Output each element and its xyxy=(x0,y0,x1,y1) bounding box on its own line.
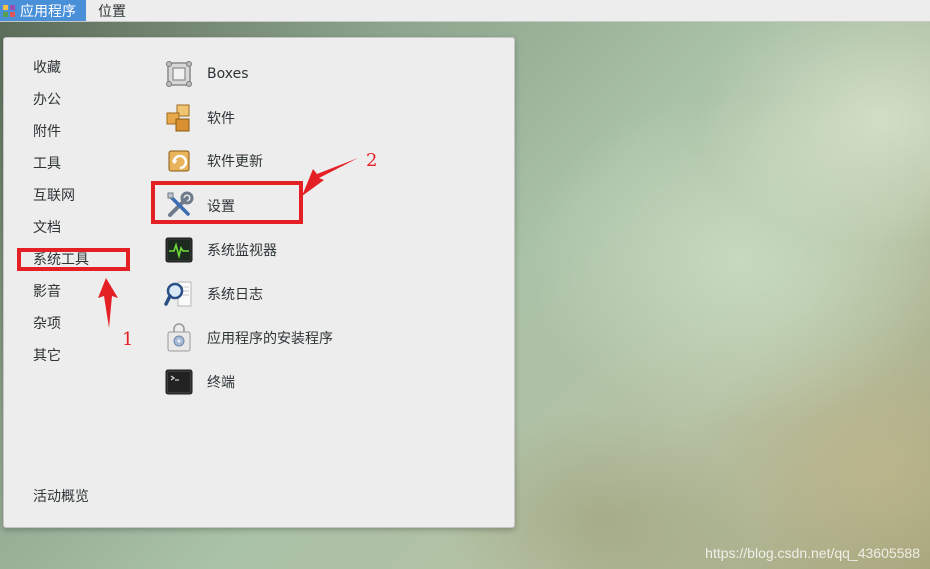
app-label-application-installer: 应用程序的安装程序 xyxy=(207,331,333,347)
annotation-box-settings xyxy=(151,181,303,224)
app-label-software-update: 软件更新 xyxy=(207,154,263,170)
app-item-application-installer[interactable]: 应用程序的安装程序 xyxy=(163,321,463,355)
app-item-software-update[interactable]: 软件更新 xyxy=(163,144,463,178)
applications-menu-label: 应用程序 xyxy=(20,3,76,20)
category-documents[interactable]: 文档 xyxy=(33,219,61,237)
app-label-terminal: 终端 xyxy=(207,375,235,391)
category-internet[interactable]: 互联网 xyxy=(33,187,75,205)
app-label-system-monitor: 系统监视器 xyxy=(207,243,277,259)
annotation-box-system-tools xyxy=(17,248,130,271)
app-label-boxes: Boxes xyxy=(207,66,249,82)
category-other[interactable]: 其它 xyxy=(33,347,61,365)
foot-logo-icon xyxy=(3,4,15,17)
category-sundry[interactable]: 杂项 xyxy=(33,315,61,333)
activities-overview-link[interactable]: 活动概览 xyxy=(33,488,89,506)
category-accessories[interactable]: 附件 xyxy=(33,123,61,141)
app-item-system-log[interactable]: 系统日志 xyxy=(163,277,463,311)
application-installer-icon xyxy=(163,322,195,354)
app-item-software[interactable]: 软件 xyxy=(163,101,463,135)
places-menu-button[interactable]: 位置 xyxy=(86,0,138,21)
boxes-icon xyxy=(163,58,195,90)
places-menu-label: 位置 xyxy=(98,3,126,20)
annotation-number-1: 1 xyxy=(122,329,134,350)
terminal-icon xyxy=(163,366,195,398)
software-update-icon xyxy=(163,145,195,177)
applications-menu-button[interactable]: 应用程序 xyxy=(0,0,86,21)
system-monitor-icon xyxy=(163,234,195,266)
category-tools[interactable]: 工具 xyxy=(33,155,61,173)
annotation-number-2: 2 xyxy=(366,150,378,171)
watermark-text: https://blog.csdn.net/qq_43605588 xyxy=(705,545,920,561)
top-bar: 应用程序 位置 xyxy=(0,0,930,22)
app-item-terminal[interactable]: 终端 xyxy=(163,365,463,399)
app-label-system-log: 系统日志 xyxy=(207,287,263,303)
software-icon xyxy=(163,102,195,134)
category-office[interactable]: 办公 xyxy=(33,91,61,109)
app-item-boxes[interactable]: Boxes xyxy=(163,57,463,91)
applications-menu-panel: 收藏 办公 附件 工具 互联网 文档 系统工具 影音 杂项 其它 活动概览 Bo… xyxy=(3,37,515,528)
app-label-software: 软件 xyxy=(207,111,235,127)
system-log-icon xyxy=(163,278,195,310)
category-favorites[interactable]: 收藏 xyxy=(33,59,61,77)
app-item-system-monitor[interactable]: 系统监视器 xyxy=(163,233,463,267)
category-sound-video[interactable]: 影音 xyxy=(33,283,61,301)
